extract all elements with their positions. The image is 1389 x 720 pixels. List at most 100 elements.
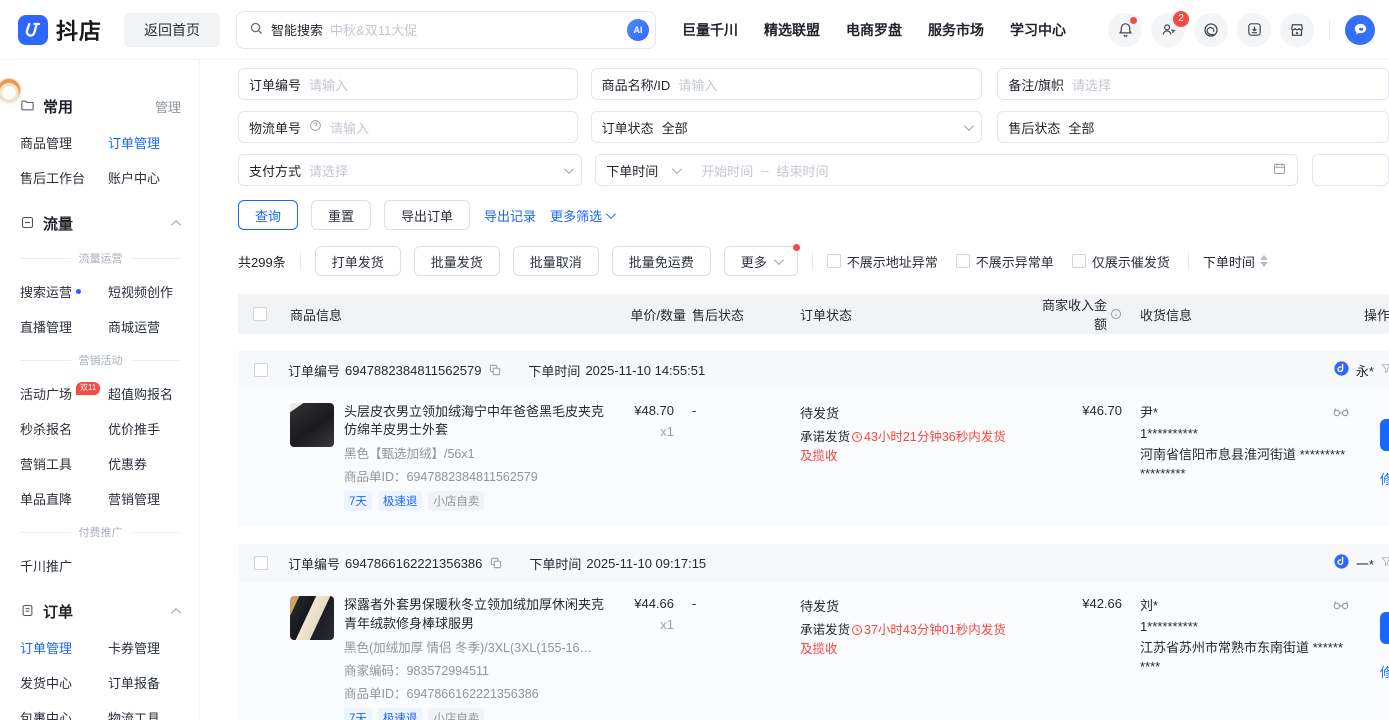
total-count: 共299条 bbox=[238, 252, 286, 271]
sidebar-item-single-discount[interactable]: 单品直降 bbox=[20, 489, 108, 508]
sidebar-item-order-report[interactable]: 订单报备 bbox=[108, 673, 185, 692]
filter-order-no[interactable]: 订单编号 请输入 bbox=[238, 68, 578, 100]
filter-time-range[interactable]: 下单时间 开始时间 – 结束时间 bbox=[595, 154, 1298, 186]
batch-free-shipping-button[interactable]: 批量免运费 bbox=[612, 246, 711, 276]
nav-learning[interactable]: 学习中心 bbox=[1010, 20, 1066, 40]
unit-price: ¥44.66 bbox=[630, 596, 674, 611]
checkbox-icon[interactable] bbox=[1072, 254, 1086, 268]
product-title[interactable]: 探露者外套男保暖秋冬立领加绒加厚休闲夹克青年绒款修身棒球服男 bbox=[344, 596, 606, 632]
modify-address-link[interactable]: 修 bbox=[1380, 662, 1389, 681]
search-icon bbox=[249, 21, 264, 39]
doudian-logo[interactable]: 抖店 bbox=[18, 14, 102, 46]
download-client-button[interactable] bbox=[1237, 13, 1271, 47]
checkbox-icon[interactable] bbox=[827, 254, 841, 268]
sidebar-item-package-center[interactable]: 包裹中心 bbox=[20, 708, 108, 720]
filter-tracking-no[interactable]: 物流单号 请输入 bbox=[238, 111, 578, 143]
sidebar-item-price-pusher[interactable]: 优价推手 bbox=[108, 419, 185, 438]
sidebar-item-qianchuan-promo[interactable]: 千川推广 bbox=[20, 556, 108, 575]
sidebar-item-coupons[interactable]: 优惠券 bbox=[108, 454, 185, 473]
order-checkbox[interactable] bbox=[254, 556, 268, 570]
export-log-link[interactable]: 导出记录 bbox=[484, 206, 536, 225]
chevron-up-icon[interactable] bbox=[171, 608, 181, 618]
product-thumbnail[interactable] bbox=[290, 596, 334, 640]
sidebar-item-mall-ops[interactable]: 商城运营 bbox=[108, 317, 185, 336]
filter-order-status-select[interactable]: 订单状态 全部 bbox=[591, 111, 983, 143]
smart-search-input[interactable]: 智能搜索 中秋&双11大促 AI bbox=[236, 11, 656, 49]
batch-cancel-button[interactable]: 批量取消 bbox=[513, 246, 599, 276]
print-ship-button[interactable]: 打单发货 bbox=[315, 246, 401, 276]
glasses-view-icon[interactable] bbox=[1332, 405, 1350, 421]
sidebar-item-marketing-tools[interactable]: 营销工具 bbox=[20, 454, 108, 473]
sidebar-item-card-coupon[interactable]: 卡券管理 bbox=[108, 638, 185, 657]
hide-address-abnormal-checkbox[interactable]: 不展示地址异常 bbox=[827, 252, 938, 271]
ai-assistant-icon[interactable]: AI bbox=[627, 19, 649, 41]
funnel-flag-icon[interactable] bbox=[1380, 362, 1389, 378]
shop-apps-button[interactable] bbox=[1280, 13, 1314, 47]
nav-qianchuan[interactable]: 巨量千川 bbox=[682, 20, 738, 40]
contacts-button[interactable]: 2 bbox=[1151, 13, 1185, 47]
product-thumbnail[interactable] bbox=[290, 403, 334, 447]
product-title[interactable]: 头层皮衣男立领加绒海宁中年爸爸黑毛皮夹克仿绵羊皮男士外套 bbox=[344, 403, 606, 439]
sidebar-item-marketing-manage[interactable]: 营销管理 bbox=[108, 489, 185, 508]
sidebar-item-account-center[interactable]: 账户中心 bbox=[108, 168, 185, 187]
filter-product-name[interactable]: 商品名称/ID 请输入 bbox=[591, 68, 983, 100]
only-urged-checkbox[interactable]: 仅展示催发货 bbox=[1072, 252, 1170, 271]
glasses-view-icon[interactable] bbox=[1332, 598, 1350, 614]
sidebar-item-value-buy[interactable]: 超值购报名 bbox=[108, 384, 185, 403]
sidebar-item-activity-plaza[interactable]: 活动广场双11 bbox=[20, 384, 108, 403]
batch-ship-button[interactable]: 批量发货 bbox=[414, 246, 500, 276]
calendar-icon[interactable] bbox=[1272, 161, 1287, 179]
receiver-phone: 1********** bbox=[1140, 617, 1364, 638]
copy-icon[interactable] bbox=[489, 556, 503, 570]
sidebar-item-seckill[interactable]: 秒杀报名 bbox=[20, 419, 108, 438]
status-cell: 待发货 承诺发货37小时43分钟01秒内发货及揽收 bbox=[800, 596, 1036, 659]
service-swirl-button[interactable] bbox=[1194, 13, 1228, 47]
time-end-placeholder[interactable]: 结束时间 bbox=[776, 161, 1264, 180]
pigeon-chat-button[interactable] bbox=[1345, 15, 1375, 45]
funnel-flag-icon[interactable] bbox=[1380, 555, 1389, 571]
export-orders-button[interactable]: 导出订单 bbox=[384, 200, 470, 230]
more-batch-button[interactable]: 更多 bbox=[724, 246, 798, 276]
folder-icon bbox=[20, 98, 35, 116]
sidebar-item-search-ops[interactable]: 搜索运营 bbox=[20, 282, 108, 301]
primary-action-button-clipped[interactable] bbox=[1380, 419, 1389, 451]
filter-pay-method-select[interactable]: 支付方式 请选择 bbox=[238, 154, 582, 186]
chevron-up-icon[interactable] bbox=[171, 220, 181, 230]
orders-table: 商品信息 单价/数量 售后状态 订单状态 商家收入金额 收货信息 操作 订单编号… bbox=[238, 294, 1389, 720]
mascot-pet-widget[interactable] bbox=[0, 78, 21, 102]
hide-abnormal-order-checkbox[interactable]: 不展示异常单 bbox=[956, 252, 1054, 271]
sidebar-item-ship-center[interactable]: 发货中心 bbox=[20, 673, 108, 692]
more-filters-link[interactable]: 更多筛选 bbox=[550, 206, 613, 225]
order-checkbox[interactable] bbox=[254, 363, 268, 377]
manage-link[interactable]: 管理 bbox=[155, 97, 181, 116]
back-home-button[interactable]: 返回首页 bbox=[124, 13, 220, 47]
sidebar-item-short-video[interactable]: 短视频创作 bbox=[108, 282, 185, 301]
sidebar-item-logistics-tools[interactable]: 物流工具 bbox=[108, 708, 185, 720]
filter-remark-flag[interactable]: 备注/旗帜 请选择 bbox=[997, 68, 1389, 100]
filter-aftersale-status-select[interactable]: 售后状态 全部 bbox=[997, 111, 1389, 143]
sidebar-item-aftersale-workbench-common[interactable]: 售后工作台 bbox=[20, 168, 108, 187]
info-icon[interactable] bbox=[1110, 308, 1122, 320]
modify-address-link[interactable]: 修 bbox=[1380, 469, 1389, 488]
nav-service-market[interactable]: 服务市场 bbox=[928, 20, 984, 40]
time-start-placeholder[interactable]: 开始时间 bbox=[701, 161, 753, 180]
sort-by-order-time[interactable]: 下单时间 bbox=[1203, 252, 1268, 271]
nav-luopan[interactable]: 电商罗盘 bbox=[846, 20, 902, 40]
income-cell: ¥46.70 bbox=[1036, 403, 1126, 418]
primary-action-button-clipped[interactable] bbox=[1380, 612, 1389, 644]
sidebar-item-product-manage[interactable]: 商品管理 bbox=[20, 133, 108, 152]
sidebar-item-live-manage[interactable]: 直播管理 bbox=[20, 317, 108, 336]
filter-clipped-field[interactable] bbox=[1312, 154, 1389, 186]
receiver-name: 刘* bbox=[1140, 596, 1364, 617]
reset-button[interactable]: 重置 bbox=[311, 200, 371, 230]
query-button[interactable]: 查询 bbox=[238, 200, 298, 230]
checkbox-icon[interactable] bbox=[956, 254, 970, 268]
nav-jingxuan[interactable]: 精选联盟 bbox=[764, 20, 820, 40]
notification-bell-button[interactable] bbox=[1108, 13, 1142, 47]
sidebar-item-order-manage[interactable]: 订单管理 bbox=[20, 638, 108, 657]
sidebar-item-order-manage-common[interactable]: 订单管理 bbox=[108, 133, 185, 152]
copy-icon[interactable] bbox=[488, 363, 502, 377]
col-price-qty: 单价/数量 bbox=[630, 305, 692, 324]
select-all-checkbox[interactable] bbox=[253, 307, 267, 321]
col-product-info: 商品信息 bbox=[282, 305, 630, 324]
